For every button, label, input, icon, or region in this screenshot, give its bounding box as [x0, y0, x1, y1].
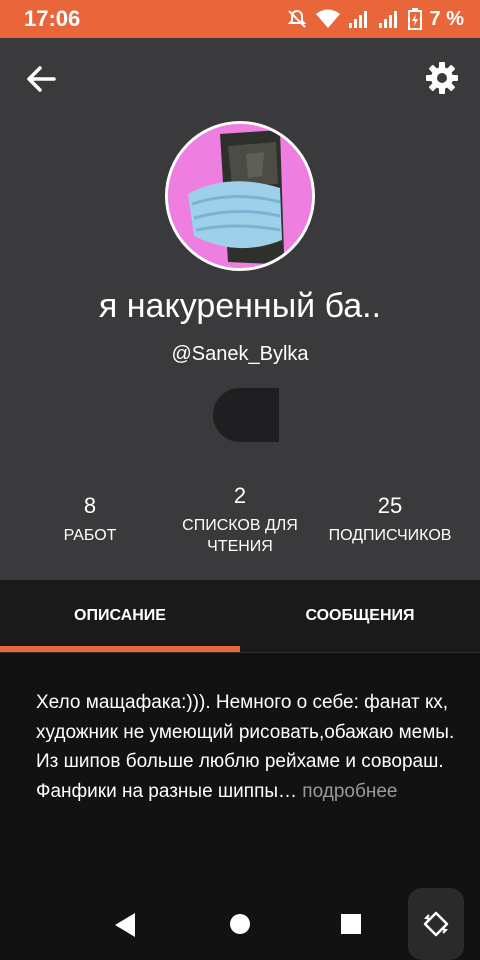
tab-messages[interactable]: СООБЩЕНИЯ [240, 580, 480, 652]
rotate-button[interactable] [408, 888, 464, 960]
home-circle-icon[interactable] [229, 913, 251, 935]
stat-reading-lists-value: 2 [233, 483, 247, 508]
signal-icon [378, 11, 397, 28]
back-triangle-icon[interactable] [113, 912, 137, 938]
stat-works[interactable]: 8 РАБОТ [40, 493, 140, 546]
stat-followers-value: 25 [377, 493, 403, 518]
profile-header: я накуренный ба.. @Sanek_Bylka 8 РАБОТ 2… [0, 38, 480, 580]
stat-followers-label: ПОДПИСЧИКОВ [328, 527, 452, 544]
active-tab-indicator [0, 646, 240, 652]
stat-reading-lists-label: СПИСКОВ ДЛЯ ЧТЕНИЯ [182, 517, 298, 555]
stat-reading-lists[interactable]: 2 СПИСКОВ ДЛЯ ЧТЕНИЯ [165, 483, 315, 557]
profile-badge [213, 388, 279, 442]
status-icons: 7 % [286, 8, 464, 31]
profile-description: Хело мащафака:))). Немного о себе: фанат… [36, 688, 456, 806]
system-nav-bar [0, 885, 480, 960]
recents-square-icon[interactable] [340, 913, 362, 935]
wifi-icon [315, 9, 340, 28]
stat-followers[interactable]: 25 ПОДПИСЧИКОВ [315, 493, 465, 546]
display-name: я накуренный ба.. [98, 287, 382, 325]
username: @Sanek_Bylka [171, 343, 309, 365]
read-more-link[interactable]: подробнее [297, 781, 397, 802]
battery-percent: 7 % [429, 7, 464, 30]
stat-works-label: РАБОТ [63, 527, 117, 544]
arrow-left-icon[interactable] [24, 62, 58, 96]
rotate-icon [423, 911, 449, 937]
signal-icon [348, 11, 367, 28]
status-time: 17:06 [24, 6, 81, 31]
mute-icon [287, 9, 306, 28]
stats-row: 8 РАБОТ 2 СПИСКОВ ДЛЯ ЧТЕНИЯ 25 ПОДПИСЧИ… [0, 483, 480, 578]
tab-description[interactable]: ОПИСАНИЕ [0, 580, 240, 652]
stat-works-value: 8 [83, 493, 97, 518]
gear-icon[interactable] [424, 60, 460, 96]
avatar[interactable] [165, 121, 315, 271]
profile-tabs: ОПИСАНИЕ СООБЩЕНИЯ [0, 580, 480, 653]
status-bar: 17:06 7 % [0, 0, 480, 38]
battery-icon [407, 8, 422, 30]
avatar-image [168, 124, 312, 268]
